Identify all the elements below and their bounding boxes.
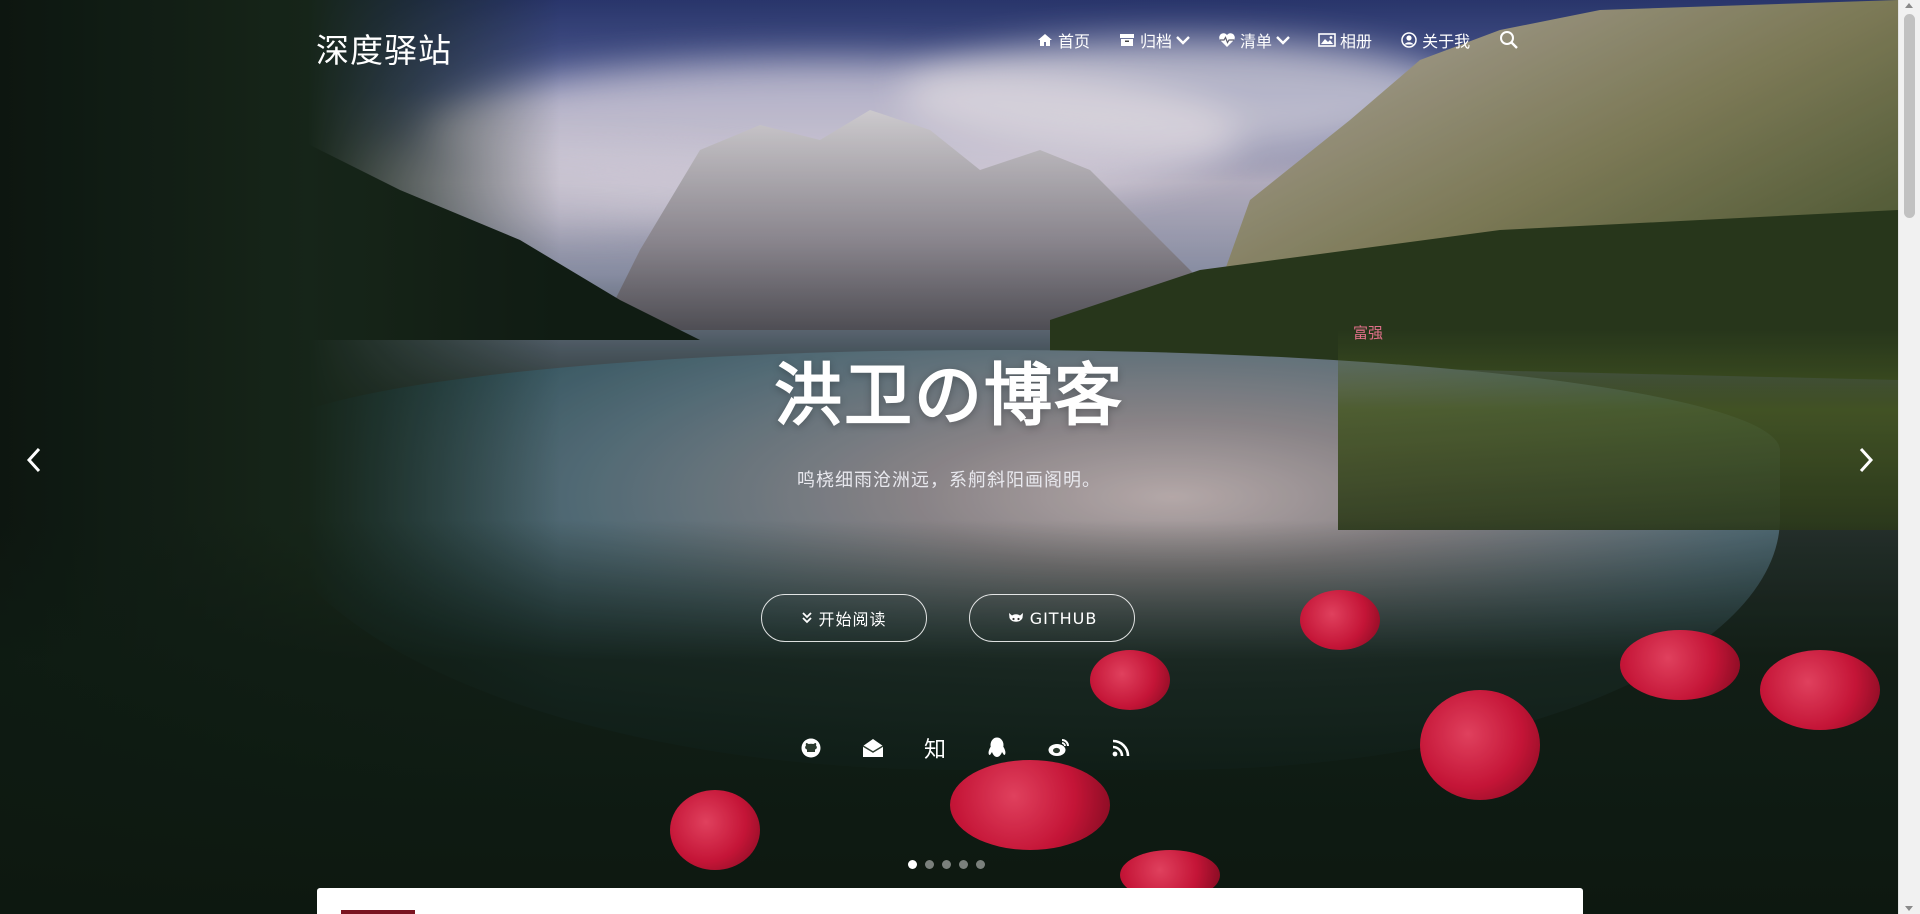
- double-chevron-down-icon: [801, 611, 813, 625]
- page-scrollbar[interactable]: [1898, 0, 1920, 914]
- viewport: 富强 深度驿站 首页 归档 清单 相册 关于我 洪卫の博客 鸣桡细雨沧洲远，系舸…: [0, 0, 1920, 914]
- post-thumbnail[interactable]: [341, 910, 415, 914]
- hero-title: 洪卫の博客: [773, 357, 1124, 436]
- carousel-indicators: [908, 860, 985, 869]
- search-icon[interactable]: [1498, 29, 1520, 51]
- post-card[interactable]: [317, 888, 1583, 914]
- nav-home-label: 首页: [1058, 32, 1091, 51]
- carousel-dot[interactable]: [942, 860, 951, 869]
- github-button-label: GITHUB: [1029, 608, 1098, 628]
- mail-open-icon[interactable]: [842, 732, 904, 764]
- github-cat-icon: [1007, 610, 1025, 626]
- start-reading-label: 开始阅读: [818, 610, 887, 629]
- hero-background-image: 富强: [0, 0, 1898, 914]
- carousel-dot[interactable]: [976, 860, 985, 869]
- heartbeat-icon: [1218, 31, 1236, 49]
- chevron-down-icon: [1176, 35, 1190, 45]
- zhihu-icon[interactable]: 知: [904, 732, 966, 764]
- start-reading-button[interactable]: 开始阅读: [761, 594, 927, 642]
- qq-penguin-icon[interactable]: [966, 732, 1028, 764]
- rss-icon[interactable]: [1090, 732, 1152, 764]
- image-icon: [1318, 31, 1336, 49]
- site-brand[interactable]: 深度驿站: [316, 24, 452, 72]
- nav-album[interactable]: 相册: [1318, 28, 1372, 52]
- hero-subtitle: 鸣桡细雨沧洲远，系舸斜阳画阁明。: [797, 470, 1101, 491]
- carousel-dot[interactable]: [908, 860, 917, 869]
- social-links: 知: [780, 732, 1152, 764]
- home-icon: [1036, 31, 1054, 49]
- carousel-dot[interactable]: [959, 860, 968, 869]
- github-icon[interactable]: [780, 732, 842, 764]
- archive-icon: [1118, 31, 1136, 49]
- nav-archive[interactable]: 归档: [1118, 28, 1190, 52]
- zhihu-label: 知: [923, 738, 946, 763]
- nav-about[interactable]: 关于我: [1400, 28, 1470, 52]
- overlay: [0, 0, 1898, 914]
- nav-list[interactable]: 清单: [1218, 28, 1290, 52]
- user-circle-icon: [1400, 31, 1418, 49]
- nav-list-label: 清单: [1240, 32, 1273, 51]
- scrollbar-thumb[interactable]: [1904, 14, 1915, 218]
- nav-archive-label: 归档: [1140, 32, 1173, 51]
- nav-home[interactable]: 首页: [1036, 28, 1090, 52]
- github-button[interactable]: GITHUB: [969, 594, 1135, 642]
- chevron-down-icon: [1276, 35, 1290, 45]
- scroll-up-arrow[interactable]: [1905, 3, 1913, 8]
- nav-album-label: 相册: [1340, 32, 1373, 51]
- main-nav: 首页 归档 清单 相册 关于我: [1036, 28, 1520, 52]
- weibo-icon[interactable]: [1028, 732, 1090, 764]
- nav-about-label: 关于我: [1422, 32, 1471, 51]
- carousel-dot[interactable]: [925, 860, 934, 869]
- scroll-down-arrow[interactable]: [1905, 906, 1913, 911]
